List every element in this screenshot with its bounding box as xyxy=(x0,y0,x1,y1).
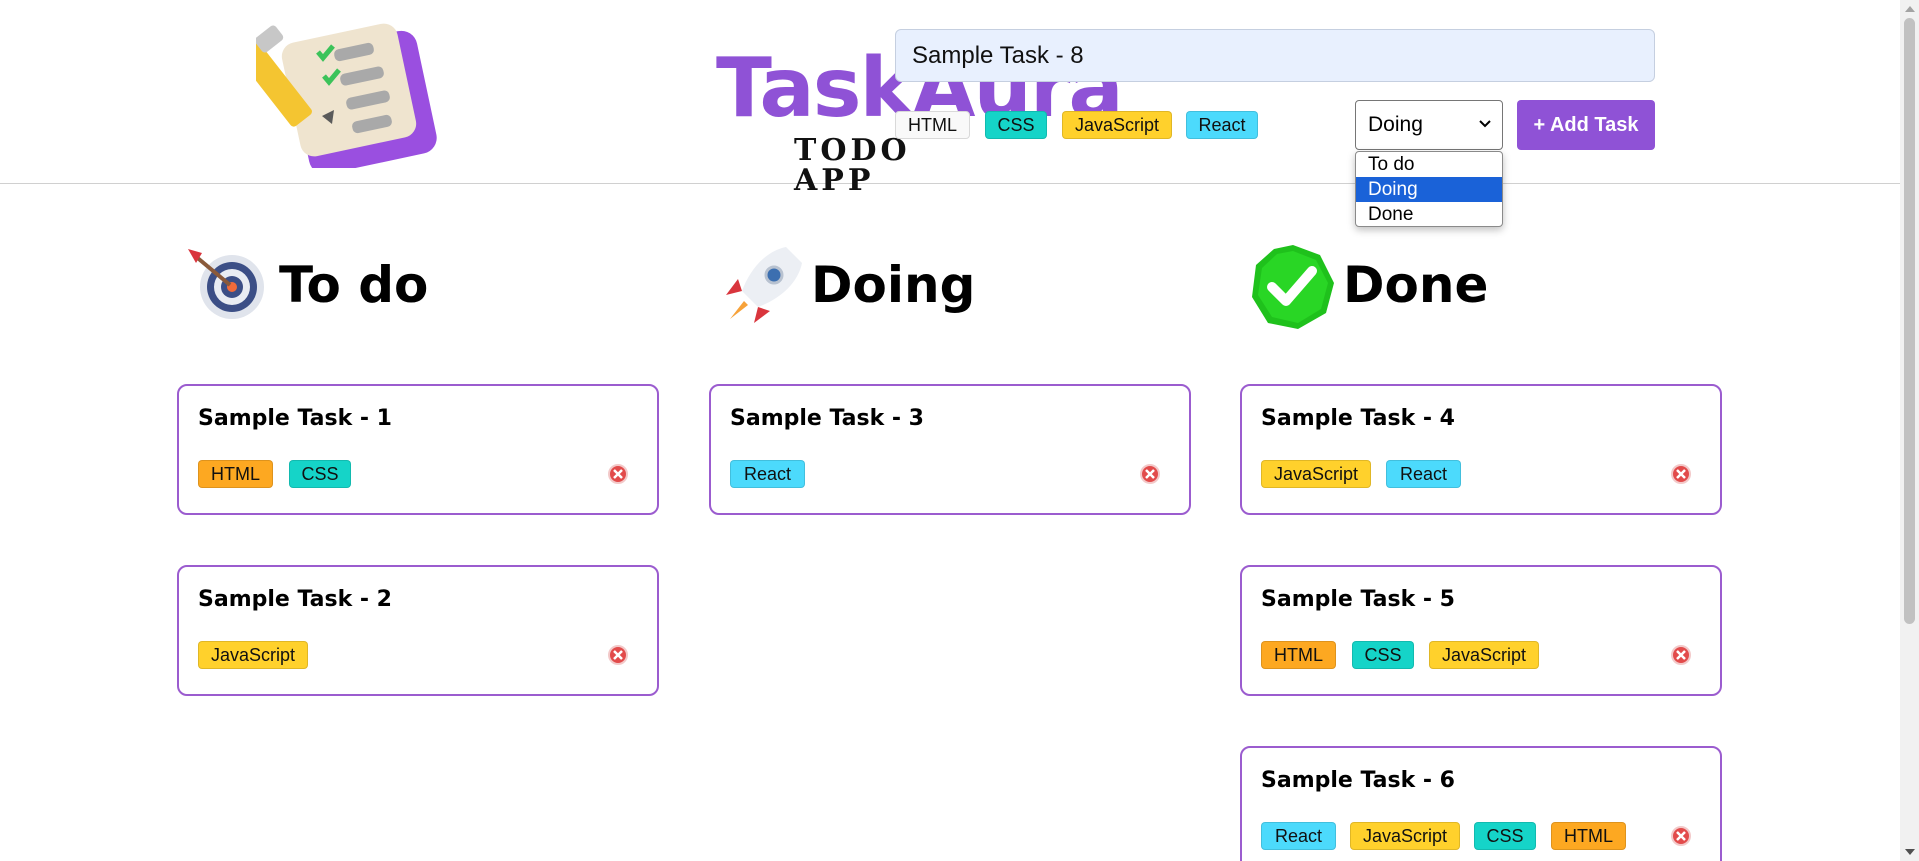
status-dropdown-list: To do Doing Done xyxy=(1355,151,1503,227)
tag-option-react[interactable]: React xyxy=(1186,111,1258,139)
tag-option-javascript[interactable]: JavaScript xyxy=(1062,111,1172,139)
task-tag-css: CSS xyxy=(289,460,351,488)
status-option-done[interactable]: Done xyxy=(1356,202,1502,226)
column-title-todo: To do xyxy=(279,256,429,314)
target-icon xyxy=(188,249,264,319)
task-card: Sample Task - 5 HTML CSS JavaScript xyxy=(1240,565,1722,696)
task-title: Sample Task - 3 xyxy=(730,406,924,431)
task-tag-html: HTML xyxy=(198,460,273,488)
scroll-up-arrow[interactable] xyxy=(1905,6,1915,12)
task-tag-javascript: JavaScript xyxy=(1429,641,1539,669)
task-title: Sample Task - 5 xyxy=(1261,587,1455,612)
tag-option-css[interactable]: CSS xyxy=(985,111,1047,139)
status-select-value: Doing xyxy=(1368,113,1423,136)
tag-option-html[interactable]: HTML xyxy=(895,111,970,139)
task-card: Sample Task - 4 JavaScript React xyxy=(1240,384,1722,515)
notepad-pencil-icon xyxy=(256,23,437,168)
delete-icon[interactable] xyxy=(1670,644,1692,666)
task-tag-react: React xyxy=(1386,460,1461,488)
check-mark-icon xyxy=(1252,245,1334,329)
task-card: Sample Task - 1 HTML CSS xyxy=(177,384,659,515)
delete-icon[interactable] xyxy=(1139,463,1161,485)
column-title-done: Done xyxy=(1343,256,1489,314)
task-tag-react: React xyxy=(1261,822,1336,850)
task-tag-react: React xyxy=(730,460,805,488)
task-tag-html: HTML xyxy=(1261,641,1336,669)
logo-subtitle: TODO APP xyxy=(794,133,911,198)
rocket-icon xyxy=(726,247,802,323)
task-title: Sample Task - 1 xyxy=(198,406,392,431)
task-tag-javascript: JavaScript xyxy=(1350,822,1460,850)
task-card: Sample Task - 3 React xyxy=(709,384,1191,515)
task-tag-javascript: JavaScript xyxy=(1261,460,1371,488)
app-header: TaskAura TODO APP HTML CSS JavaScript Re… xyxy=(0,0,1900,196)
scroll-thumb[interactable] xyxy=(1904,18,1915,624)
task-tag-css: CSS xyxy=(1474,822,1536,850)
task-title: Sample Task - 2 xyxy=(198,587,392,612)
scroll-down-arrow[interactable] xyxy=(1905,849,1915,855)
column-title-doing: Doing xyxy=(811,256,976,314)
task-card: Sample Task - 6 React JavaScript CSS HTM… xyxy=(1240,746,1722,861)
delete-icon[interactable] xyxy=(607,463,629,485)
page-scrollbar[interactable] xyxy=(1900,0,1919,861)
status-option-doing[interactable]: Doing xyxy=(1356,177,1502,202)
status-select[interactable]: Doing xyxy=(1355,100,1503,150)
app-logo: TaskAura TODO APP xyxy=(256,18,1124,196)
task-title: Sample Task - 4 xyxy=(1261,406,1455,431)
task-title: Sample Task - 6 xyxy=(1261,768,1455,793)
status-option-todo[interactable]: To do xyxy=(1356,152,1502,177)
chevron-down-icon xyxy=(1479,120,1491,128)
delete-icon[interactable] xyxy=(607,644,629,666)
task-tag-javascript: JavaScript xyxy=(198,641,308,669)
delete-icon[interactable] xyxy=(1670,463,1692,485)
task-title-input[interactable] xyxy=(895,29,1655,82)
add-task-button[interactable]: + Add Task xyxy=(1517,100,1655,150)
delete-icon[interactable] xyxy=(1670,825,1692,847)
task-tag-html: HTML xyxy=(1551,822,1626,850)
task-card: Sample Task - 2 JavaScript xyxy=(177,565,659,696)
task-tag-css: CSS xyxy=(1352,641,1414,669)
